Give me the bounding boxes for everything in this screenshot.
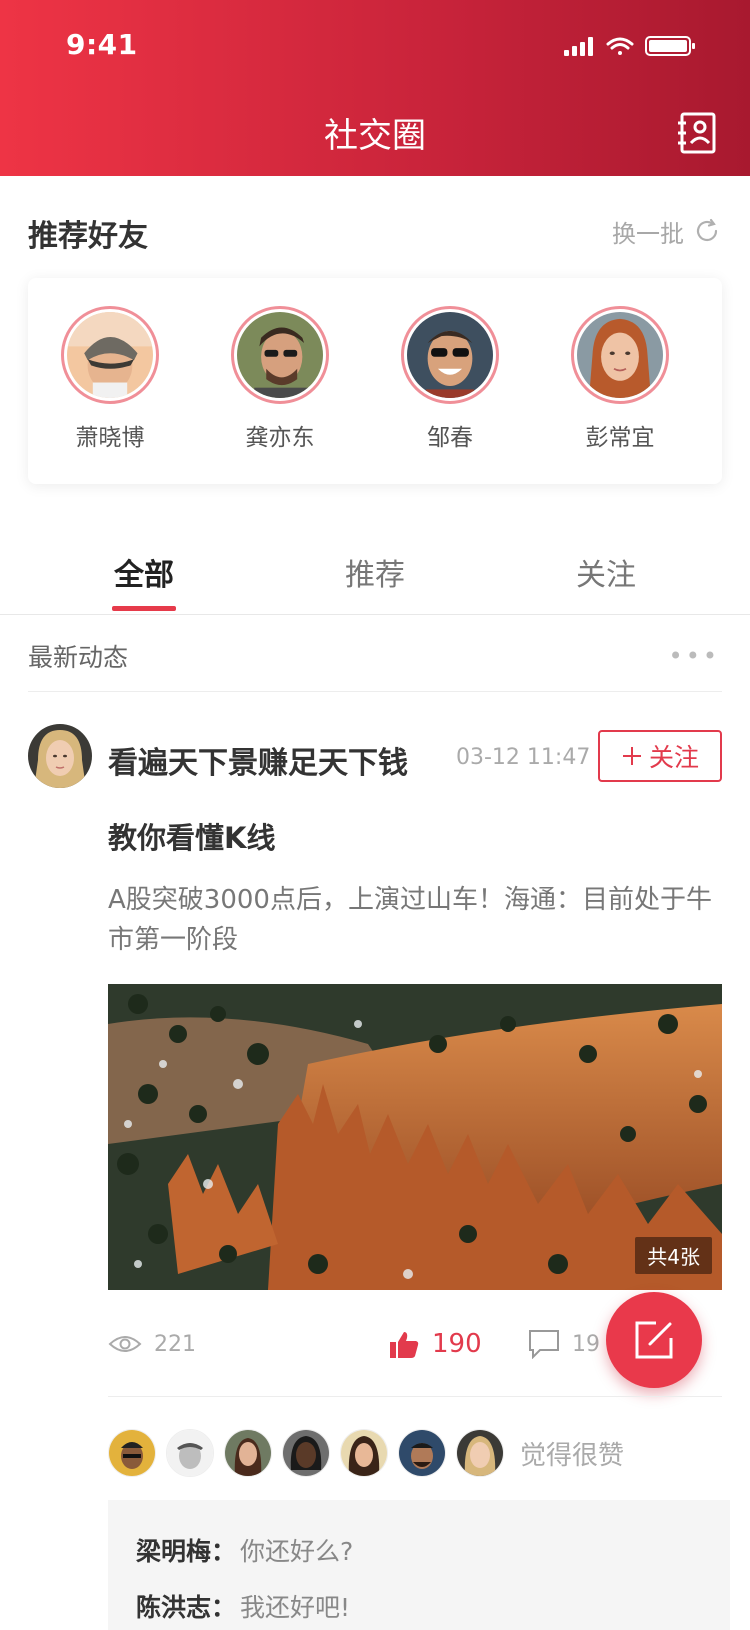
cellular-signal-icon — [564, 37, 593, 56]
liker-avatar — [456, 1429, 504, 1477]
comment-author[interactable]: 梁明梅： — [136, 1532, 236, 1568]
friend-item[interactable]: 龚亦东 — [210, 306, 350, 452]
thumbs-up-icon — [390, 1332, 419, 1358]
post-divider — [108, 1396, 722, 1397]
recommended-friends-card: 萧晓博 龚亦东 邹春 彭常宜 — [28, 278, 722, 484]
avatar-image — [67, 312, 153, 398]
image-count-badge: 共4张 — [635, 1237, 712, 1274]
post-timestamp: 03-12 11:47 — [456, 745, 591, 770]
recommended-title: 推荐好友 — [28, 219, 148, 254]
more-options-icon[interactable]: ••• — [669, 642, 720, 670]
liker-avatar — [224, 1429, 272, 1477]
avatar-image — [577, 312, 663, 398]
comment-text: 你还好么? — [240, 1537, 354, 1566]
friend-name: 龚亦东 — [245, 425, 315, 451]
comment-author[interactable]: 陈洪志： — [136, 1588, 236, 1624]
post-author-avatar[interactable] — [28, 724, 92, 788]
comments-count: 19 — [572, 1331, 600, 1357]
comments-box: 梁明梅： 你还好么? 陈洪志： 我还好吧! — [108, 1500, 730, 1630]
avatar-image — [237, 312, 323, 398]
liker-avatar — [398, 1429, 446, 1477]
comment-item[interactable]: 梁明梅： 你还好么? — [136, 1532, 353, 1568]
friend-name: 邹春 — [427, 425, 473, 451]
liker-avatar — [108, 1429, 156, 1477]
edit-icon — [635, 1321, 673, 1359]
tabs-divider — [0, 614, 750, 615]
tab-following[interactable]: 关注 — [526, 550, 686, 594]
post-headline[interactable]: 教你看懂K线 — [108, 815, 275, 857]
contacts-icon[interactable] — [676, 111, 720, 155]
feed-divider — [28, 691, 722, 692]
post-image[interactable]: 共4张 — [108, 984, 722, 1290]
views-stat: 221 — [108, 1322, 196, 1366]
friend-item[interactable]: 萧晓博 — [40, 306, 180, 452]
comment-icon — [529, 1330, 559, 1359]
liked-by-row[interactable]: 觉得很赞 — [108, 1429, 624, 1477]
comment-button[interactable]: 19 — [528, 1322, 600, 1366]
refresh-label: 换一批 — [612, 219, 684, 248]
comment-text: 我还好吧! — [240, 1593, 351, 1622]
post-author-name[interactable]: 看遍天下景赚足天下钱 — [108, 738, 408, 782]
avatar-image — [407, 312, 493, 398]
feed-title: 最新动态 — [28, 643, 129, 672]
likers-label: 觉得很赞 — [520, 1440, 625, 1471]
views-count: 221 — [154, 1331, 196, 1357]
tab-active-indicator — [112, 606, 176, 611]
plus-icon — [622, 747, 641, 765]
liker-avatar — [340, 1429, 388, 1477]
liker-avatar — [166, 1429, 214, 1477]
follow-label: 关注 — [648, 743, 699, 772]
friend-avatar — [61, 306, 159, 404]
eye-icon — [108, 1336, 142, 1352]
friend-avatar — [401, 306, 499, 404]
battery-icon — [645, 36, 695, 56]
friend-name: 萧晓博 — [75, 425, 145, 451]
likes-count: 190 — [432, 1329, 482, 1359]
liker-avatar — [282, 1429, 330, 1477]
friend-avatar — [231, 306, 329, 404]
refresh-icon — [696, 218, 718, 242]
page-title: 社交圈 — [324, 116, 426, 156]
friend-name: 彭常宜 — [585, 425, 655, 451]
tab-all[interactable]: 全部 — [64, 550, 224, 594]
friend-item[interactable]: 彭常宜 — [550, 306, 690, 452]
friend-avatar — [571, 306, 669, 404]
status-time: 9:41 — [66, 28, 138, 61]
refresh-button[interactable]: 换一批 — [612, 216, 720, 248]
wifi-icon — [606, 37, 634, 55]
tab-recommended[interactable]: 推荐 — [295, 550, 455, 594]
follow-button[interactable]: 关注 — [598, 730, 722, 782]
friend-item[interactable]: 邹春 — [380, 306, 520, 452]
status-icons — [564, 36, 695, 56]
post-body[interactable]: A股突破3000点后，上演过山车！海通：目前处于牛市第一阶段 — [108, 880, 728, 960]
like-button[interactable]: 190 — [388, 1322, 482, 1366]
canyon-photo — [108, 984, 722, 1290]
compose-button[interactable] — [606, 1292, 702, 1388]
comment-item[interactable]: 陈洪志： 我还好吧! — [136, 1588, 350, 1624]
